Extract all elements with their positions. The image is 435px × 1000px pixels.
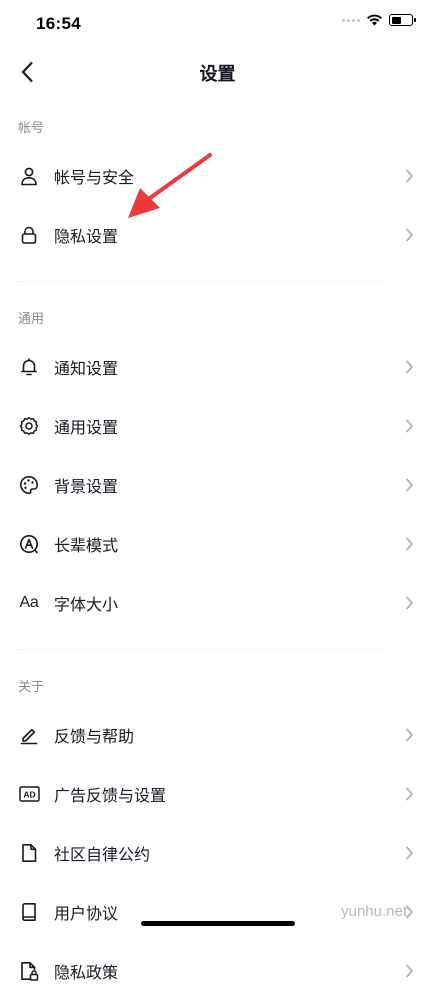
section-header-about: 关于 xyxy=(18,680,45,695)
chevron-right-icon xyxy=(403,359,415,375)
watermark: yunhu.net xyxy=(341,903,407,920)
settings-item-background[interactable]: 背景设置 xyxy=(0,455,435,514)
settings-item-label: 长辈模式 xyxy=(54,535,119,555)
edit-icon xyxy=(18,724,40,746)
document-icon xyxy=(18,842,40,864)
settings-item-label: 隐私设置 xyxy=(54,226,119,246)
settings-item-label: 背景设置 xyxy=(54,476,119,496)
lock-icon xyxy=(18,224,40,246)
font-size-icon: Aa xyxy=(18,592,40,614)
palette-icon xyxy=(18,474,40,496)
gear-icon xyxy=(18,415,40,437)
settings-item-label: 通知设置 xyxy=(54,358,119,378)
page-title: 设置 xyxy=(199,64,236,85)
ad-icon-text: AD xyxy=(23,789,35,799)
chevron-right-icon xyxy=(403,786,415,802)
settings-item-privacy-policy[interactable]: 隐私政策 xyxy=(0,941,435,1000)
settings-item-general[interactable]: 通用设置 xyxy=(0,396,435,455)
chevron-right-icon xyxy=(403,418,415,434)
chevron-right-icon xyxy=(403,536,415,552)
privacy-doc-icon xyxy=(18,960,40,982)
book-icon xyxy=(18,901,40,923)
settings-item-notifications[interactable]: 通知设置 xyxy=(0,337,435,396)
chevron-right-icon xyxy=(403,845,415,861)
font-size-icon-text: Aa xyxy=(19,593,39,611)
settings-item-label: 用户协议 xyxy=(54,903,119,923)
cellular-signal-icon xyxy=(342,18,360,22)
chevron-right-icon xyxy=(403,168,415,184)
section-header-general: 通用 xyxy=(18,312,45,327)
settings-item-label: 广告反馈与设置 xyxy=(54,785,167,805)
settings-item-font-size[interactable]: Aa 字体大小 xyxy=(0,573,435,632)
section-header-account: 帐号 xyxy=(18,121,45,136)
home-indicator[interactable] xyxy=(141,921,295,926)
nav-bar: 设置 xyxy=(0,50,435,94)
chevron-right-icon xyxy=(403,477,415,493)
annotation-arrow xyxy=(128,153,212,218)
settings-item-label: 通用设置 xyxy=(54,417,119,437)
chevron-right-icon xyxy=(403,227,415,243)
ad-icon: AD xyxy=(18,783,40,805)
settings-item-label: 隐私政策 xyxy=(54,962,119,982)
wifi-icon xyxy=(367,14,382,26)
status-bar: 16:54 xyxy=(0,0,435,50)
user-icon xyxy=(18,165,40,187)
section-divider xyxy=(18,281,386,282)
chevron-right-icon xyxy=(403,595,415,611)
settings-item-label: 社区自律公约 xyxy=(54,844,151,864)
settings-item-feedback-help[interactable]: 反馈与帮助 xyxy=(0,705,435,764)
status-time: 16:54 xyxy=(36,14,81,33)
status-icons xyxy=(342,14,416,26)
settings-item-label: 字体大小 xyxy=(54,594,119,614)
bell-icon xyxy=(18,356,40,378)
section-divider xyxy=(18,649,386,650)
settings-list: 帐号 帐号与安全 隐私设置 通用 通知设置 通用设置 背景设置 长辈模式 Aa … xyxy=(0,108,435,1000)
settings-item-community-guidelines[interactable]: 社区自律公约 xyxy=(0,823,435,882)
chevron-right-icon xyxy=(403,727,415,743)
settings-item-ad-feedback[interactable]: AD 广告反馈与设置 xyxy=(0,764,435,823)
settings-item-label: 反馈与帮助 xyxy=(54,726,135,746)
chevron-right-icon xyxy=(403,963,415,979)
battery-icon xyxy=(389,14,416,26)
elder-mode-icon xyxy=(18,533,40,555)
settings-item-elder-mode[interactable]: 长辈模式 xyxy=(0,514,435,573)
